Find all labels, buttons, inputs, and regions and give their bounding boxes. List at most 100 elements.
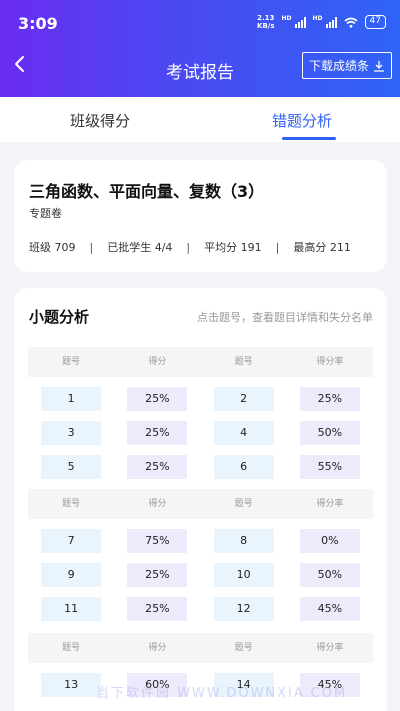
signal-icon-2 (325, 16, 337, 28)
table-header-row: 题号 得分 题号 得分率 (28, 633, 373, 663)
table-row: 1 25% 2 25% (28, 387, 373, 411)
question-number-button[interactable]: 13 (41, 673, 102, 697)
table-cell: 55% (287, 455, 373, 479)
score-rate-value: 25% (127, 455, 188, 479)
table-cell: 1 (28, 387, 114, 411)
table-cell: 25% (114, 455, 200, 479)
table-header-cell: 得分 (148, 643, 167, 653)
table-cell: 45% (287, 597, 373, 621)
table-cell: 3 (28, 421, 114, 445)
network-speed-value: 2.13 (257, 14, 275, 22)
stat-divider: | (275, 240, 280, 254)
table-cell: 10 (201, 563, 287, 587)
stat-divider: | (186, 240, 191, 254)
question-analysis-card: 小题分析 点击题号，查看题目详情和失分名单 题号 得分 题号 得分率 1 25% 2 25% 3… (14, 288, 387, 711)
table-header-cell: 得分 (148, 357, 167, 367)
question-number-button[interactable]: 7 (41, 529, 102, 553)
score-rate-value: 0% (299, 529, 360, 553)
question-number-button[interactable]: 3 (41, 421, 102, 445)
question-number-button[interactable]: 12 (213, 597, 274, 621)
network-speed-unit: KB/s (257, 22, 275, 30)
score-rate-value: 55% (299, 455, 360, 479)
table-header-cell: 题号 (234, 643, 253, 653)
question-number-button[interactable]: 8 (213, 529, 274, 553)
table-cell: 12 (201, 597, 287, 621)
hd-label-2: HD (312, 14, 323, 22)
table-cell: 50% (287, 563, 373, 587)
table-header-cell: 题号 (62, 357, 81, 367)
stat-graded: 已批学生 4/4 (107, 241, 173, 254)
table-header-cell: 得分率 (316, 643, 344, 653)
table-cell: 5 (28, 455, 114, 479)
wifi-icon (344, 17, 358, 28)
stat-average: 平均分 191 (204, 241, 262, 254)
score-rate-value: 25% (127, 387, 188, 411)
tab-bar: 班级得分 错题分析 (0, 97, 400, 142)
table-cell: 6 (201, 455, 287, 479)
table-cell: 7 (28, 529, 114, 553)
table-header-cell: 题号 (234, 499, 253, 509)
score-rate-value: 45% (299, 597, 360, 621)
table-cell: 25% (114, 421, 200, 445)
exam-summary-card: 三角函数、平面向量、复数（3） 专题卷 班级 709 | 已批学生 4/4 | … (14, 160, 387, 272)
table-cell: 25% (114, 563, 200, 587)
table-header-cell: 题号 (62, 643, 81, 653)
table-header-cell: 得分 (148, 499, 167, 509)
table-row: 11 25% 12 45% (28, 597, 373, 621)
table-cell: 0% (287, 529, 373, 553)
stat-divider: | (89, 240, 94, 254)
table-header-row: 题号 得分 题号 得分率 (28, 489, 373, 519)
network-speed: 2.13 KB/s (257, 14, 274, 30)
table-cell: 9 (28, 563, 114, 587)
section-hint: 点击题号，查看题目详情和失分名单 (197, 311, 373, 324)
status-icons: 2.13 KB/s HD HD 47 (257, 14, 386, 30)
question-number-button[interactable]: 5 (41, 455, 102, 479)
tab-class-score[interactable]: 班级得分 (70, 110, 130, 131)
table-row: 5 25% 6 55% (28, 455, 373, 479)
table-cell: 11 (28, 597, 114, 621)
score-rate-value: 75% (127, 529, 188, 553)
exam-subtitle: 专题卷 (29, 207, 62, 220)
table-cell: 25% (287, 387, 373, 411)
question-number-button[interactable]: 2 (213, 387, 274, 411)
question-number-button[interactable]: 1 (41, 387, 102, 411)
download-report-label: 下载成绩条 (308, 59, 369, 73)
table-header-cell: 题号 (62, 499, 81, 509)
table-cell: 25% (114, 597, 200, 621)
question-number-button[interactable]: 11 (41, 597, 102, 621)
table-header-row: 题号 得分 题号 得分率 (28, 347, 373, 377)
active-tab-indicator (282, 137, 336, 140)
table-header-cell: 得分率 (316, 357, 344, 367)
stat-class: 班级 709 (29, 241, 76, 254)
question-number-button[interactable]: 6 (213, 455, 274, 479)
score-rate-value: 25% (299, 387, 360, 411)
status-time: 3:09 (18, 14, 58, 33)
battery-indicator: 47 (364, 15, 386, 29)
signal-icon (294, 16, 306, 28)
watermark: 当下软件园 WWW.DOWNXIA.COM (96, 686, 348, 701)
score-rate-value: 25% (127, 421, 188, 445)
table-row: 3 25% 4 50% (28, 421, 373, 445)
section-title: 小题分析 (29, 308, 90, 326)
table-cell: 50% (287, 421, 373, 445)
question-number-button[interactable]: 10 (213, 563, 274, 587)
hd-label-1: HD (281, 14, 292, 22)
score-rate-value: 25% (127, 597, 188, 621)
question-number-button[interactable]: 9 (41, 563, 102, 587)
question-number-button[interactable]: 4 (213, 421, 274, 445)
table-cell: 25% (114, 387, 200, 411)
download-report-button[interactable]: 下载成绩条 (302, 52, 392, 79)
status-bar: 3:09 2.13 KB/s HD HD 47 (0, 0, 400, 44)
table-header-cell: 得分率 (316, 499, 344, 509)
score-rate-value: 50% (299, 421, 360, 445)
table-row: 7 75% 8 0% (28, 529, 373, 553)
app-header: 3:09 2.13 KB/s HD HD 47 考试报告 下载成绩条 (0, 0, 400, 97)
table-cell: 8 (201, 529, 287, 553)
table-header-cell: 题号 (234, 357, 253, 367)
exam-stats: 班级 709 | 已批学生 4/4 | 平均分 191 | 最高分 211 (29, 239, 351, 255)
tab-error-analysis[interactable]: 错题分析 (272, 110, 332, 131)
table-row: 9 25% 10 50% (28, 563, 373, 587)
exam-title: 三角函数、平面向量、复数（3） (29, 182, 265, 201)
stat-max: 最高分 211 (293, 241, 351, 254)
download-icon (374, 60, 384, 72)
